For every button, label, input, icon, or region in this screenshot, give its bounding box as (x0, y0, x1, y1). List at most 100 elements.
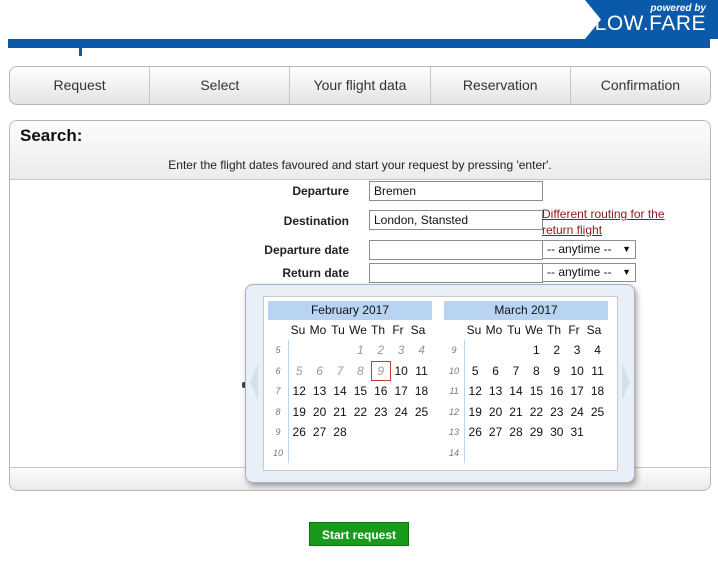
weekday-label: Su (290, 323, 306, 337)
calendar-empty-cell (350, 422, 370, 443)
month-grid: 5 6 7 8 9 10 1 2 3 4 5 6 7 8 9 10 11 12 13 14 15 16 17 18 19 20 2… (268, 340, 432, 463)
calendar-day[interactable]: 10 (567, 361, 587, 382)
week-number: 13 (448, 427, 459, 437)
calendar-empty-cell (547, 443, 567, 464)
return-time-value: -- anytime -- (547, 265, 612, 279)
month-grid: 9 10 11 12 13 14 1 2 3 4 5 6 7 8 9 10 11 12 13 14 15 16 17 18 1… (444, 340, 608, 463)
destination-input[interactable]: London, Stansted (369, 210, 543, 230)
calendar-day[interactable]: 6 (485, 361, 505, 382)
calendar-day[interactable]: 30 (547, 422, 567, 443)
destination-label: Destination (283, 214, 349, 228)
calendar-day[interactable]: 14 (506, 381, 526, 402)
calendar-day[interactable]: 4 (587, 340, 607, 361)
calendar-empty-cell (485, 340, 505, 361)
departure-time-select[interactable]: -- anytime -- ▼ (542, 240, 636, 259)
calendar-day[interactable]: 25 (411, 402, 431, 423)
weekday-label: Fr (392, 323, 404, 337)
calendar-day[interactable]: 13 (309, 381, 329, 402)
calendar-day[interactable]: 22 (526, 402, 546, 423)
calendar-empty-cell (411, 422, 431, 443)
calendar-day[interactable]: 16 (547, 381, 567, 402)
calendar-day[interactable]: 12 (465, 381, 485, 402)
calendar-day[interactable]: 13 (485, 381, 505, 402)
calendar-day[interactable]: 7 (506, 361, 526, 382)
departure-date-input[interactable] (369, 240, 543, 260)
calendar-day[interactable]: 28 (330, 422, 350, 443)
calendar-day[interactable]: 27 (309, 422, 329, 443)
weekday-label: We (525, 323, 543, 337)
calendar-day: 3 (397, 343, 405, 357)
weekday-label: Su (466, 323, 482, 337)
day-cells: 1 2 3 4 5 6 7 8 9 10 11 12 13 14 15 16 17 18 19 20 21 22 23 24 2… (289, 340, 432, 463)
header-tick (79, 39, 82, 56)
calendar-empty-cell (371, 443, 391, 464)
step-confirmation[interactable]: Confirmation (571, 67, 710, 104)
calendar-day[interactable]: 21 (506, 402, 526, 423)
calendar-day[interactable]: 23 (371, 402, 391, 423)
departure-input[interactable]: Bremen (369, 181, 543, 201)
calendar-day[interactable]: 8 (526, 361, 546, 382)
calendar-day[interactable]: 26 (465, 422, 485, 443)
calendar-day[interactable]: 17 (567, 381, 587, 402)
departure-label: Departure (292, 184, 349, 198)
calendar-day[interactable]: 27 (485, 422, 505, 443)
calendar-day[interactable]: 24 (567, 402, 587, 423)
calendar-day[interactable]: 18 (411, 381, 431, 402)
calendar-day[interactable]: 11 (587, 361, 607, 382)
return-time-select[interactable]: -- anytime -- ▼ (542, 263, 636, 282)
calendar-day[interactable]: 11 (411, 361, 431, 382)
return-date-input[interactable] (369, 263, 543, 283)
calendar-day[interactable]: 2 (547, 340, 567, 361)
step-reservation[interactable]: Reservation (431, 67, 571, 104)
week-number: 14 (448, 447, 459, 458)
next-month-arrow-icon[interactable] (622, 363, 630, 401)
calendar-day[interactable]: 20 (485, 402, 505, 423)
calendar-day[interactable]: 1 (526, 340, 546, 361)
calendar-day[interactable]: 17 (391, 381, 411, 402)
calendar-day[interactable]: 21 (330, 402, 350, 423)
step-select[interactable]: Select (150, 67, 291, 104)
week-number: 9 (451, 345, 457, 355)
calendar-day[interactable]: 14 (330, 381, 350, 402)
calendar-day[interactable]: 20 (309, 402, 329, 423)
calendar-empty-cell (330, 443, 350, 464)
calendar-day[interactable]: 19 (289, 402, 309, 423)
calendar-day[interactable]: 29 (526, 422, 546, 443)
step-flight-data[interactable]: Your flight data (290, 67, 431, 104)
calendar-day[interactable]: 25 (587, 402, 607, 423)
prev-month-arrow-icon[interactable] (250, 363, 258, 401)
search-title: Search: (20, 126, 83, 145)
calendar-empty-cell (485, 443, 505, 464)
week-number: 6 (275, 365, 281, 376)
start-request-button[interactable]: Start request (309, 522, 409, 546)
calendar-day[interactable]: 22 (350, 402, 370, 423)
weekday-label: Fr (568, 323, 580, 337)
calendar-day: 1 (357, 343, 364, 357)
calendar-month: February 2017 Su Mo Tu We Th Fr Sa 56789… (268, 301, 432, 463)
calendar-empty-cell (506, 340, 526, 361)
calendar-day[interactable]: 10 (391, 361, 411, 382)
calendar-empty-cell (465, 340, 485, 361)
calendar-day[interactable]: 31 (567, 422, 587, 443)
departure-date-label: Departure date (264, 243, 349, 257)
different-routing-link[interactable]: Different routing for the return flight (542, 206, 682, 238)
calendar-day-today[interactable]: 9 (370, 360, 391, 381)
calendar-day[interactable]: 28 (506, 422, 526, 443)
calendar-day[interactable]: 16 (371, 381, 391, 402)
calendar-day[interactable]: 23 (547, 402, 567, 423)
calendar-day[interactable]: 24 (391, 402, 411, 423)
week-number: 10 (448, 365, 459, 376)
week-number: 8 (275, 406, 281, 417)
calendar-day[interactable]: 18 (587, 381, 607, 402)
calendar-day[interactable]: 3 (567, 340, 587, 361)
calendar-day[interactable]: 9 (547, 361, 567, 382)
calendar-day[interactable]: 5 (465, 361, 485, 382)
calendar-day[interactable]: 12 (289, 381, 309, 402)
calendar-day[interactable]: 15 (526, 381, 546, 402)
step-request[interactable]: Request (10, 67, 151, 104)
calendar-empty-cell (587, 422, 607, 443)
calendar-day[interactable]: 19 (465, 402, 485, 423)
weekday-label: Sa (410, 323, 426, 337)
calendar-day[interactable]: 26 (289, 422, 309, 443)
calendar-day[interactable]: 15 (350, 381, 370, 402)
